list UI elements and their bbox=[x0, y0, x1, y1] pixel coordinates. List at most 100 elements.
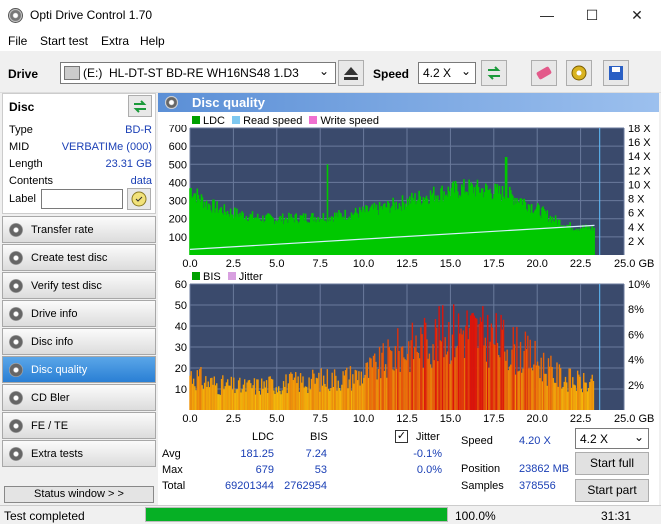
c1-y-tick: 700 bbox=[169, 125, 187, 135]
bis-swatch bbox=[192, 272, 200, 280]
disc-type-label: Type bbox=[9, 124, 33, 136]
app-icon bbox=[8, 8, 23, 23]
menu-help[interactable]: Help bbox=[140, 34, 165, 48]
disc-icon bbox=[9, 223, 23, 237]
disc-type-value: BD-R bbox=[125, 124, 152, 136]
c2-x-tick: 5.0 bbox=[269, 413, 284, 425]
menu-file[interactable]: File bbox=[8, 34, 27, 48]
eject-button[interactable] bbox=[338, 60, 364, 86]
stat-avg-ldc: 181.25 bbox=[240, 448, 274, 460]
position-label: Position bbox=[461, 463, 501, 475]
minimize-button[interactable]: — bbox=[524, 0, 570, 31]
nav-drive-info[interactable]: Drive info bbox=[2, 300, 156, 327]
stat-max-label: Max bbox=[162, 464, 183, 476]
jitter-checkbox[interactable]: ✓ bbox=[395, 430, 408, 443]
label-key: Label bbox=[9, 193, 36, 205]
nav-extra-tests[interactable]: Extra tests bbox=[2, 440, 156, 467]
nav-transfer-rate[interactable]: Transfer rate bbox=[2, 216, 156, 243]
speed-select[interactable]: 4.2 X ⌄ bbox=[418, 62, 476, 84]
jitter-swatch bbox=[227, 272, 236, 280]
disc-refresh-button[interactable] bbox=[128, 95, 152, 117]
stat-avg-jitter: -0.1% bbox=[413, 448, 442, 460]
menu-bar bbox=[0, 31, 661, 51]
nav-label: Verify test disc bbox=[31, 280, 102, 292]
refresh-arrows-icon bbox=[487, 66, 501, 80]
start-full-button[interactable]: Start full bbox=[575, 452, 649, 475]
disc-icon bbox=[9, 363, 23, 377]
nav-create-test-disc[interactable]: Create test disc bbox=[2, 244, 156, 271]
panel-title: Disc quality bbox=[192, 95, 265, 110]
settings-button[interactable] bbox=[566, 60, 592, 86]
stat-avg-label: Avg bbox=[162, 448, 181, 460]
c2-x-tick: 7.5 bbox=[313, 413, 328, 425]
c2-x-tick: 12.5 bbox=[396, 413, 417, 425]
eraser-icon bbox=[536, 66, 552, 80]
drive-letter: (E:) bbox=[83, 66, 103, 80]
drive-icon bbox=[64, 66, 80, 80]
disc-header: Disc bbox=[9, 100, 35, 114]
drive-select[interactable]: (E:) HL-DT-ST BD-RE WH16NS48 1.D3 ⌄ bbox=[60, 62, 336, 84]
c2-y-tick: 60 bbox=[175, 280, 187, 291]
chevron-down-icon: ⌄ bbox=[461, 64, 472, 78]
ldc-swatch bbox=[192, 116, 200, 124]
stat-avg-bis: 7.24 bbox=[305, 448, 327, 460]
c1-y-tick: 400 bbox=[169, 177, 187, 189]
speed-label: Speed bbox=[373, 67, 410, 81]
c1-y2-tick: 16 X bbox=[628, 137, 651, 149]
c1-x-tick: 22.5 bbox=[570, 258, 591, 270]
c2-x-tick: 25.0 GB bbox=[614, 413, 654, 425]
c1-x-tick: 0.0 bbox=[182, 258, 197, 270]
disc-label-input[interactable] bbox=[41, 189, 123, 209]
c1-y-tick: 100 bbox=[169, 232, 187, 244]
col-bis-header: BIS bbox=[310, 431, 328, 443]
stat-max-jitter: 0.0% bbox=[416, 464, 442, 476]
disc-icon bbox=[9, 251, 23, 265]
c1-x-tick: 17.5 bbox=[483, 258, 504, 270]
c2-y2-tick: 10% bbox=[628, 280, 650, 291]
c2-y-tick: 20 bbox=[175, 363, 187, 375]
read-speed-swatch bbox=[232, 116, 241, 124]
c2-y-tick: 30 bbox=[175, 342, 187, 354]
c1-y2-tick: 10 X bbox=[628, 179, 651, 191]
close-button[interactable]: ✕ bbox=[614, 0, 660, 31]
c1-x-tick: 10.0 bbox=[353, 258, 374, 270]
drive-label: Drive bbox=[8, 67, 39, 81]
c1-x-tick: 25.0 GB bbox=[614, 258, 654, 270]
maximize-button[interactable]: ☐ bbox=[569, 0, 615, 31]
speed-stat-value: 4.20 X bbox=[519, 435, 551, 447]
refresh-button[interactable] bbox=[481, 60, 507, 86]
save-button[interactable] bbox=[603, 60, 629, 86]
menu-start-test[interactable]: Start test bbox=[40, 34, 88, 48]
start-part-button[interactable]: Start part bbox=[575, 479, 649, 502]
nav-disc-quality[interactable]: Disc quality bbox=[2, 356, 156, 383]
disc-mid-label: MID bbox=[9, 141, 30, 153]
nav-label: Transfer rate bbox=[31, 224, 94, 236]
c1-y2-tick: 14 X bbox=[628, 151, 651, 163]
progress-fill bbox=[146, 508, 447, 521]
menu-extra[interactable]: Extra bbox=[101, 34, 129, 48]
c1-x-tick: 2.5 bbox=[226, 258, 241, 270]
erase-button[interactable] bbox=[531, 60, 557, 86]
status-window-button[interactable]: Status window > > bbox=[4, 486, 154, 503]
c1-x-tick: 5.0 bbox=[269, 258, 284, 270]
disc-icon bbox=[9, 307, 23, 321]
stat-total-bis: 2762954 bbox=[284, 480, 327, 492]
nav-cd-bler[interactable]: CD Bler bbox=[2, 384, 156, 411]
test-speed-select[interactable]: 4.2 X ⌄ bbox=[575, 428, 649, 449]
position-value: 23862 MB bbox=[519, 463, 570, 475]
disc-length-value: 23.31 GB bbox=[105, 158, 152, 170]
disc-icon bbox=[9, 335, 23, 349]
window-title: Opti Drive Control 1.70 bbox=[30, 8, 153, 22]
c2-y2-tick: 4% bbox=[628, 355, 644, 367]
stat-max-ldc: 679 bbox=[255, 464, 274, 476]
nav-fe-te[interactable]: FE / TE bbox=[2, 412, 156, 439]
nav-verify-test-disc[interactable]: Verify test disc bbox=[2, 272, 156, 299]
disc-check-icon bbox=[131, 191, 147, 207]
speed-value: 4.2 X bbox=[423, 66, 452, 80]
label-apply-button[interactable] bbox=[127, 188, 151, 210]
samples-value: 378556 bbox=[519, 480, 556, 492]
c2-x-tick: 20.0 bbox=[526, 413, 547, 425]
c2-y-tick: 40 bbox=[175, 321, 187, 333]
c1-y2-tick: 8 X bbox=[628, 194, 645, 206]
nav-disc-info[interactable]: Disc info bbox=[2, 328, 156, 355]
